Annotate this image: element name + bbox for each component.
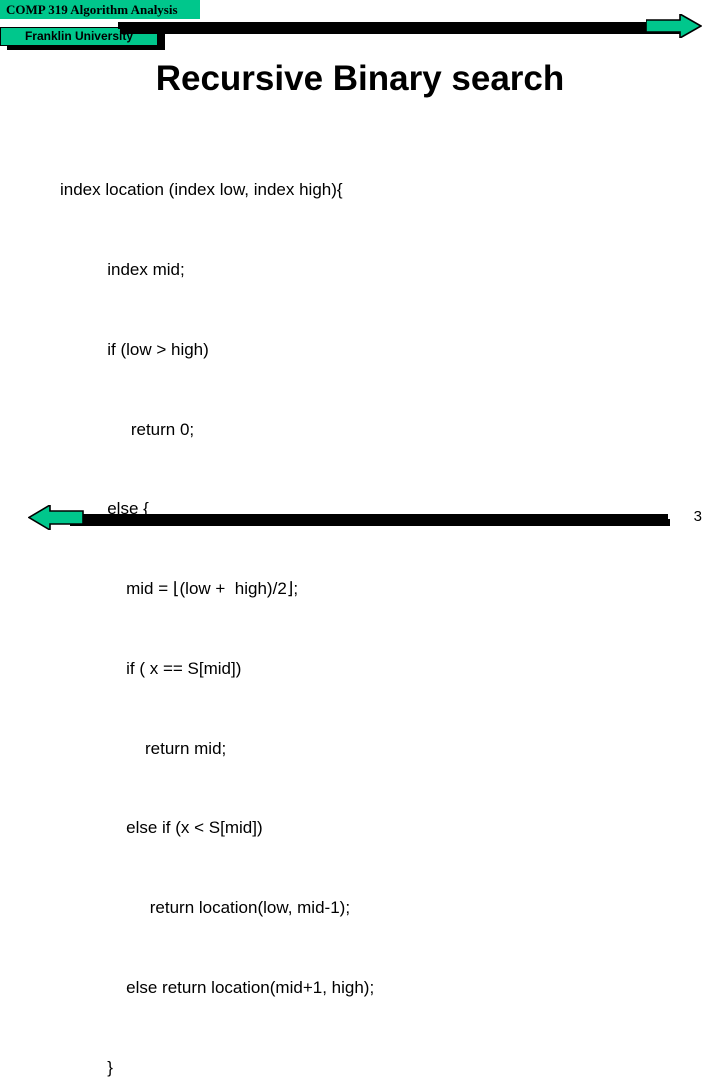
code-line: else if (x < S[mid]) (60, 818, 263, 838)
code-line: return 0; (60, 419, 195, 439)
page-number: 3 (693, 508, 702, 525)
slide-header: COMP 319 Algorithm Analysis Franklin Uni… (0, 0, 720, 56)
code-line: mid = ⌊(low + high)/2⌋; (60, 579, 299, 599)
arrow-left-icon[interactable] (27, 503, 84, 532)
arrow-right-icon (645, 12, 703, 40)
header-rule (118, 22, 670, 29)
course-tag: COMP 319 Algorithm Analysis (0, 0, 200, 19)
code-line: else return location(mid+1, high); (60, 978, 375, 997)
code-line: index mid; (60, 259, 185, 279)
code-block: index location (index low, index high){ … (60, 124, 700, 1080)
page-title: Recursive Binary search (155, 59, 565, 98)
code-line: if ( x == S[mid]) (60, 658, 242, 678)
code-line: return location(low, mid-1); (60, 898, 351, 918)
code-line: } (60, 1057, 113, 1077)
footer-rule (68, 514, 668, 521)
code-line: if (low > high) (60, 339, 209, 359)
code-line: index location (index low, index high){ (60, 180, 343, 200)
code-line: return mid; (60, 738, 227, 758)
